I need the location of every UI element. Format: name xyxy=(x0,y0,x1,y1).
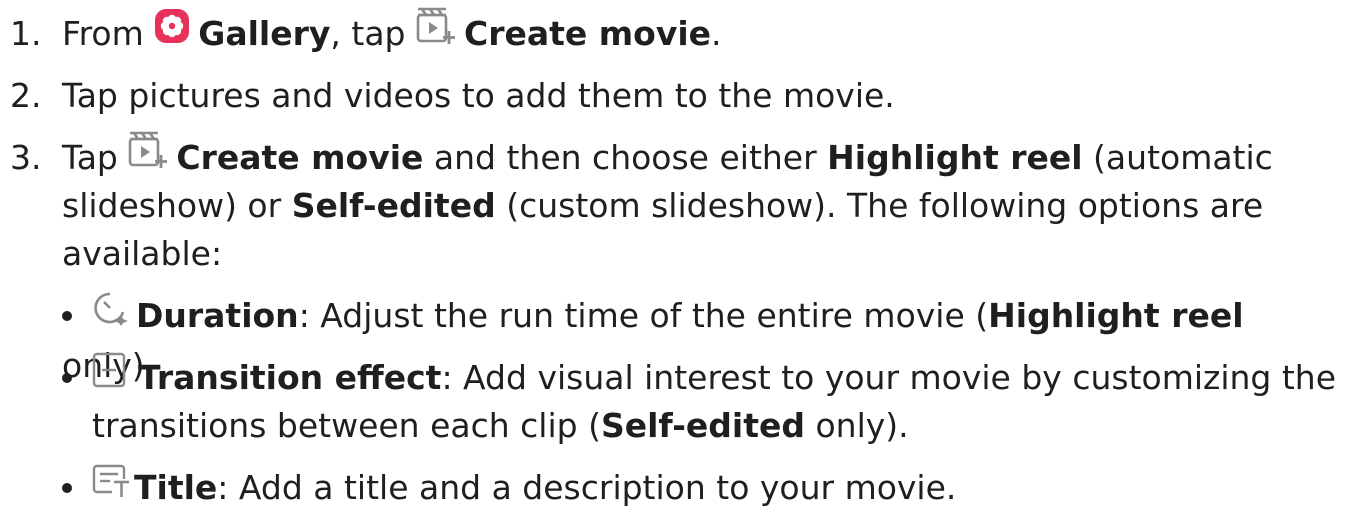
transition-effect-label: Transition effect xyxy=(138,358,442,397)
self-edited-label: Self-edited xyxy=(291,186,496,225)
duration-icon xyxy=(92,290,128,339)
title-label: Title xyxy=(134,468,218,507)
step-2: 2. Tap pictures and videos to add them to… xyxy=(10,72,1330,120)
step-text: available: xyxy=(62,234,223,273)
highlight-reel-label: Highlight reel xyxy=(827,138,1083,177)
create-movie-icon xyxy=(128,131,168,182)
highlight-reel-label: Highlight reel xyxy=(988,296,1244,335)
option-text: : Add visual interest to your movie by c… xyxy=(441,358,1337,397)
transition-effect-icon xyxy=(92,352,126,401)
gallery-icon xyxy=(154,8,190,57)
create-movie-label: Create movie xyxy=(463,14,712,53)
option-text: only). xyxy=(805,406,909,445)
step-text: From xyxy=(62,14,155,53)
step-number: 3. xyxy=(10,138,42,177)
step-3: 3. Tap Create movie and then choose eithe… xyxy=(10,131,1330,185)
option-transition-effect: Transition effect: Add visual interest t… xyxy=(62,352,1342,404)
step-text: , tap xyxy=(330,14,416,53)
create-movie-icon xyxy=(416,7,456,58)
bullet-dot xyxy=(62,482,72,493)
step-number: 2. xyxy=(10,76,42,115)
step-text: and then choose either xyxy=(423,138,828,177)
bullet-dot xyxy=(62,310,72,321)
option-text: transitions between each clip ( xyxy=(92,406,601,445)
option-transition-effect-line-2: transitions between each clip (Self-edit… xyxy=(92,402,1332,450)
step-3-line-2: slideshow) or Self-edited (custom slides… xyxy=(62,182,1332,230)
option-text: : Adjust the run time of the entire movi… xyxy=(298,296,989,335)
step-text: (custom slideshow). The following option… xyxy=(495,186,1264,225)
create-movie-label: Create movie xyxy=(176,138,424,177)
step-text: Tap pictures and videos to add them to t… xyxy=(62,76,895,115)
bullet-dot xyxy=(62,372,72,383)
option-title: Title: Add a title and a description to … xyxy=(62,464,1342,514)
step-text: slideshow) or xyxy=(62,186,292,225)
step-1: 1. From Gallery, tap Create movie. xyxy=(10,7,1330,61)
title-icon xyxy=(92,462,130,511)
option-text: : Add a title and a description to your … xyxy=(217,468,957,507)
step-3-line-3: available: xyxy=(62,230,1332,278)
self-edited-label: Self-edited xyxy=(600,406,805,445)
step-text: (automatic xyxy=(1082,138,1273,177)
instructions-document: 1. From Gallery, tap Create movie. 2. Ta… xyxy=(0,0,1345,521)
gallery-label: Gallery xyxy=(198,14,331,53)
step-number: 1. xyxy=(10,14,42,53)
step-text: . xyxy=(711,14,722,53)
step-text: Tap xyxy=(62,138,129,177)
duration-label: Duration xyxy=(136,296,299,335)
